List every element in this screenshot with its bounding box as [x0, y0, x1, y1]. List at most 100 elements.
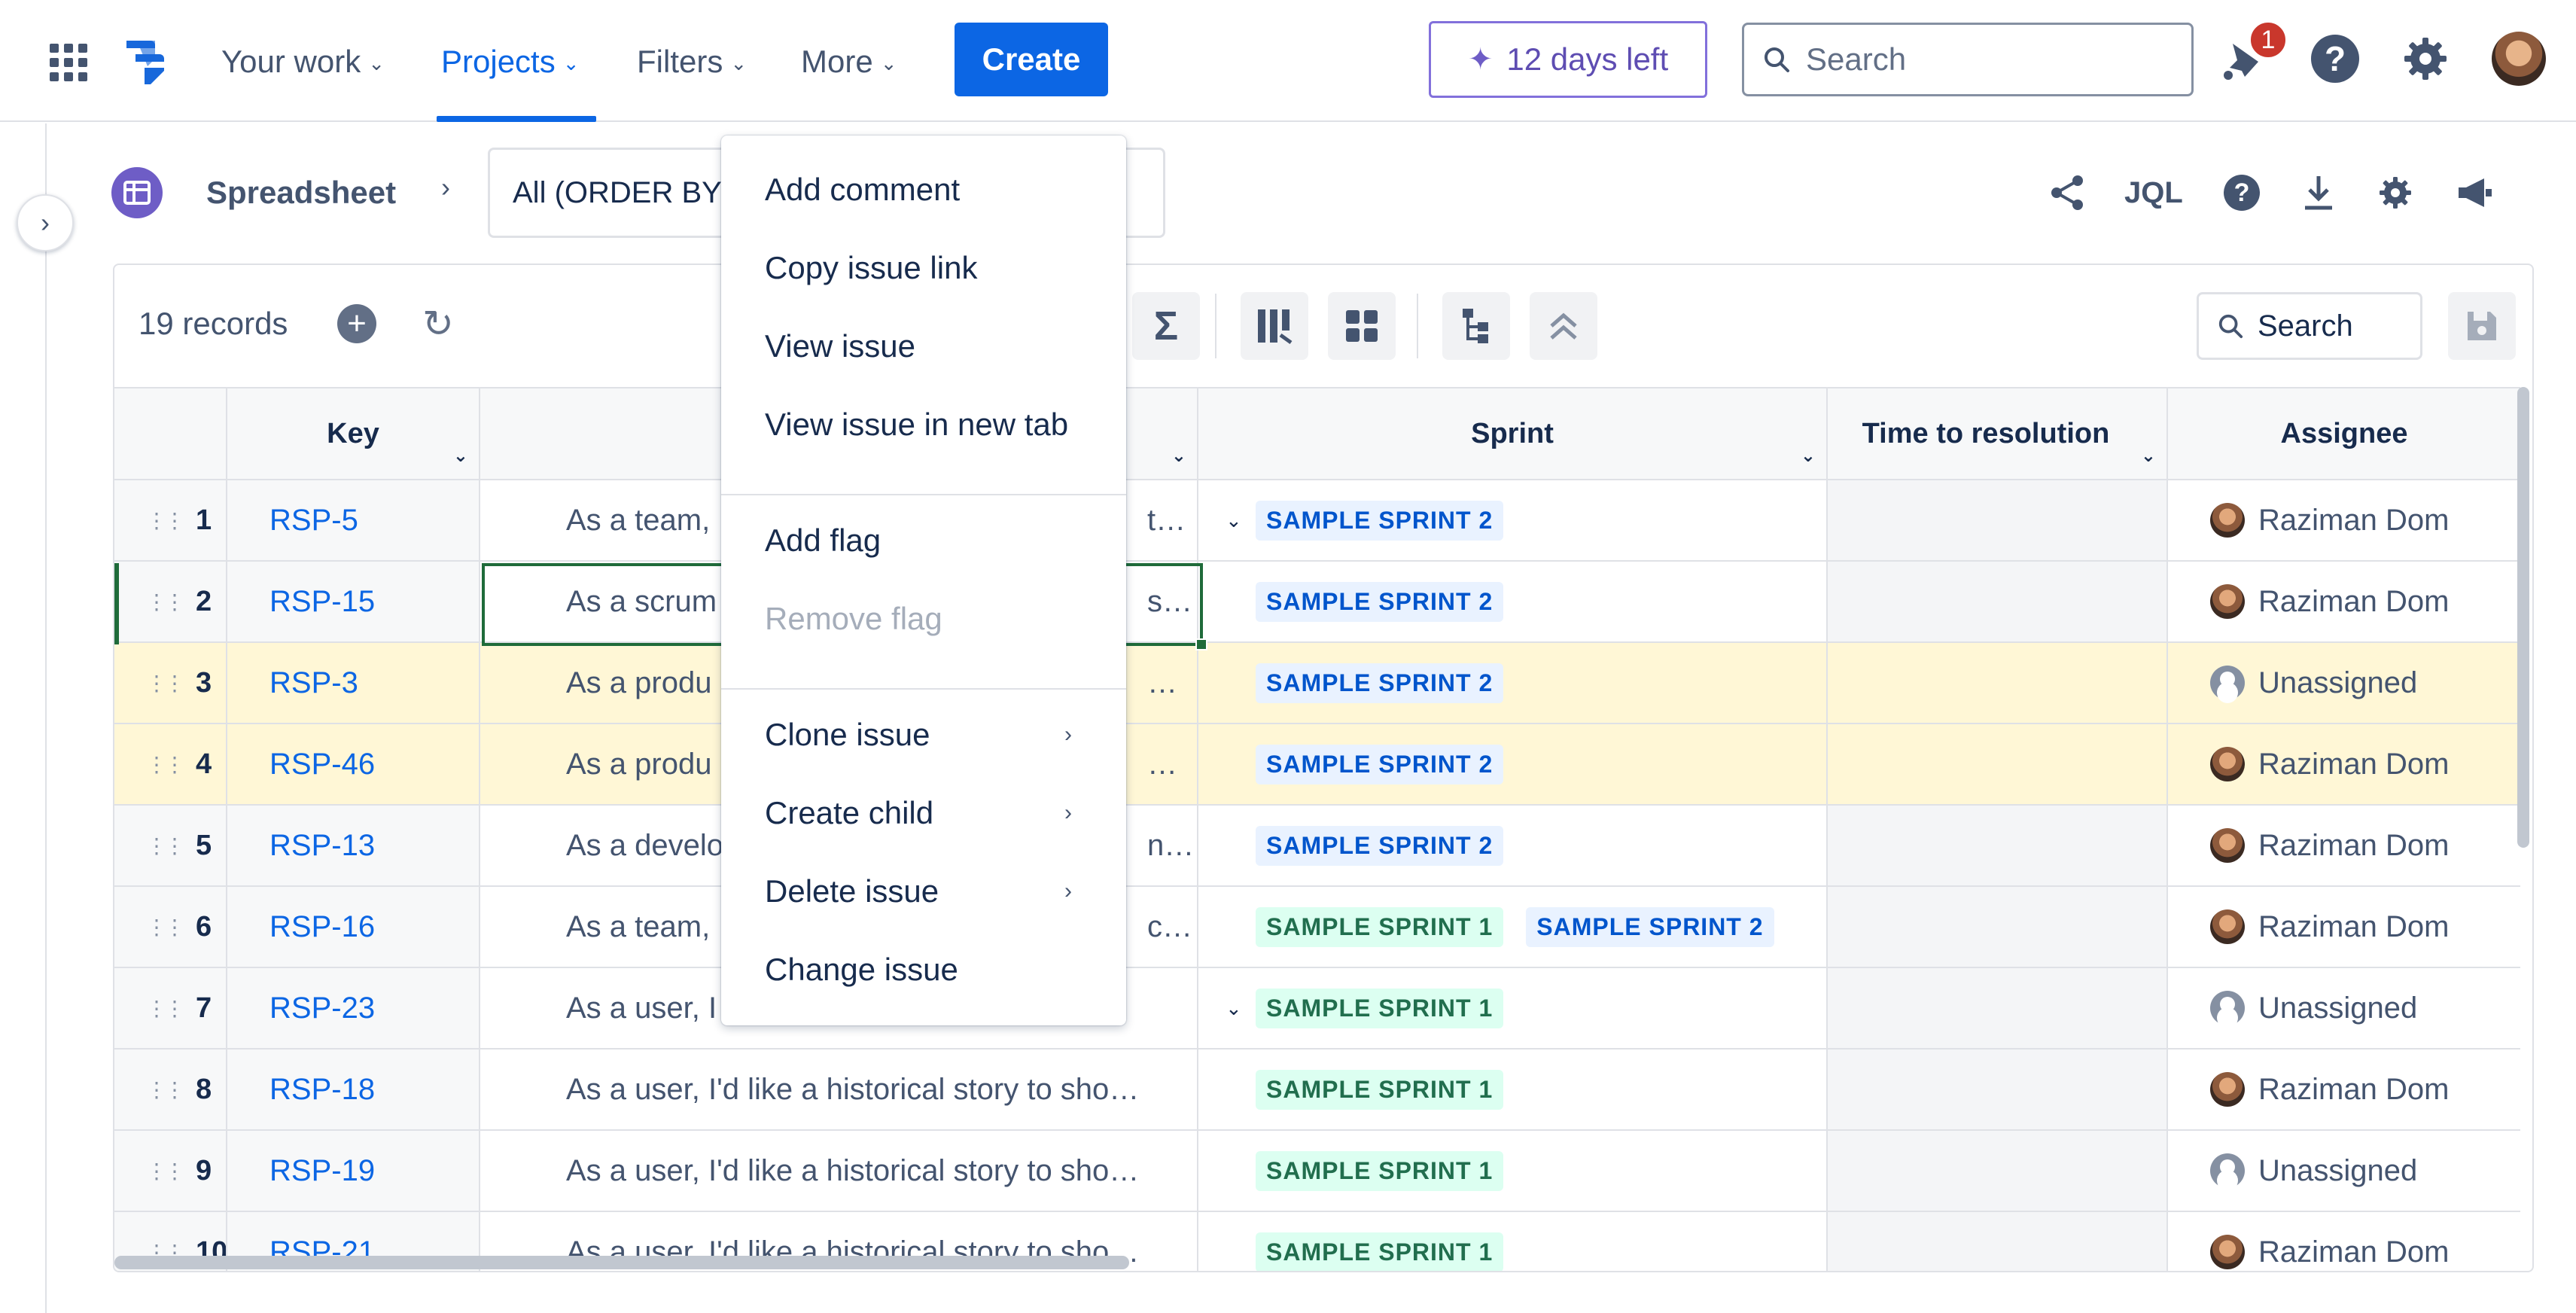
assignee-cell[interactable]: Raziman Dom: [2168, 887, 2520, 967]
issue-key-cell[interactable]: RSP-16: [227, 887, 480, 967]
menu-item-change-issue[interactable]: Change issue: [721, 931, 1126, 1009]
issue-key-cell[interactable]: RSP-18: [227, 1049, 480, 1129]
drag-handle-icon[interactable]: ⋮⋮: [146, 833, 185, 858]
save-view-icon[interactable]: [2448, 292, 2516, 360]
sprint-cell[interactable]: ⌄SAMPLE SPRINT 2: [1198, 480, 1828, 560]
nav-projects[interactable]: Projects ⌄: [441, 39, 580, 84]
menu-item-add-flag[interactable]: Add flag: [721, 501, 1126, 580]
time-to-resolution-cell[interactable]: [1828, 480, 2168, 560]
trial-days-left-button[interactable]: ✦ 12 days left: [1429, 21, 1707, 98]
column-header-assignee[interactable]: Assignee: [2168, 388, 2520, 479]
time-to-resolution-cell[interactable]: [1828, 1212, 2168, 1271]
help-icon[interactable]: ?: [2311, 35, 2359, 83]
sprint-cell[interactable]: ⌄SAMPLE SPRINT 2: [1198, 724, 1828, 804]
table-row[interactable]: ⋮⋮ 3 RSP-3 As a produ … ⌄SAMPLE SPRINT 2 Unass…: [114, 643, 2520, 724]
drag-handle-icon[interactable]: ⋮⋮: [146, 1159, 185, 1184]
sprint-tag[interactable]: SAMPLE SPRINT 2: [1526, 906, 1774, 947]
time-to-resolution-cell[interactable]: [1828, 806, 2168, 885]
sprint-tag[interactable]: SAMPLE SPRINT 1: [1256, 906, 1504, 947]
drag-handle-icon[interactable]: ⋮⋮: [146, 996, 185, 1021]
assignee-cell[interactable]: Raziman Dom: [2168, 480, 2520, 560]
app-switcher-icon[interactable]: [50, 44, 87, 81]
global-search-input[interactable]: Search: [1742, 23, 2194, 96]
grid-search-input[interactable]: Search: [2197, 292, 2422, 360]
sprint-cell[interactable]: ⌄SAMPLE SPRINT 2: [1198, 562, 1828, 641]
row-number-cell[interactable]: ⋮⋮ 8: [114, 1049, 227, 1129]
horizontal-scrollbar[interactable]: [114, 1256, 1129, 1269]
drag-handle-icon[interactable]: ⋮⋮: [146, 752, 185, 777]
collapse-all-icon[interactable]: [1530, 292, 1597, 360]
chevron-down-icon[interactable]: ⌄: [1171, 445, 1186, 467]
menu-item-delete-issue[interactable]: Delete issue ›: [721, 852, 1126, 931]
jql-button[interactable]: JQL: [2124, 170, 2183, 215]
issue-key-link[interactable]: RSP-15: [269, 585, 375, 619]
menu-item-view-issue-new-tab[interactable]: View issue in new tab: [721, 385, 1126, 464]
time-to-resolution-cell[interactable]: [1828, 887, 2168, 967]
sprint-tag[interactable]: SAMPLE SPRINT 2: [1256, 744, 1504, 784]
time-to-resolution-cell[interactable]: [1828, 968, 2168, 1048]
assignee-cell[interactable]: Unassigned: [2168, 1131, 2520, 1211]
chevron-down-icon[interactable]: ⌄: [1226, 997, 1256, 1020]
announcement-megaphone-icon[interactable]: [2456, 170, 2493, 215]
table-row[interactable]: ⋮⋮ 8 RSP-18 As a user, I'd like a historica…: [114, 1049, 2520, 1131]
column-header-sprint[interactable]: Sprint ⌄: [1198, 388, 1828, 479]
table-row[interactable]: ⋮⋮ 1 RSP-5 As a team, t… ⌄ SAMPLE SPRINT 2 Razi…: [114, 480, 2520, 562]
issue-key-cell[interactable]: RSP-19: [227, 1131, 480, 1211]
time-to-resolution-cell[interactable]: [1828, 724, 2168, 804]
table-row[interactable]: ⋮⋮6RSP-16As a team,c…⌄SAMPLE SPRINT 1SAM…: [114, 887, 2520, 968]
issue-key-cell[interactable]: RSP-15: [227, 562, 480, 641]
issue-key-link[interactable]: RSP-16: [269, 910, 375, 944]
table-row[interactable]: ⋮⋮ 9 RSP-19 As a user, I'd like a historica…: [114, 1131, 2520, 1212]
issue-key-cell[interactable]: RSP-46: [227, 724, 480, 804]
issue-key-link[interactable]: RSP-13: [269, 829, 375, 863]
drag-handle-icon[interactable]: ⋮⋮: [146, 508, 185, 533]
table-row[interactable]: ⋮⋮ 5 RSP-13 As a develo n…⌄SAMPLE SPRINT 2 Ra…: [114, 806, 2520, 887]
issue-key-cell[interactable]: RSP-5: [227, 480, 480, 560]
sprint-cell[interactable]: ⌄SAMPLE SPRINT 1: [1198, 1131, 1828, 1211]
assignee-cell[interactable]: Raziman Dom: [2168, 562, 2520, 641]
column-header-time-to-resolution[interactable]: Time to resolution ⌄: [1828, 388, 2168, 479]
time-to-resolution-cell[interactable]: [1828, 1049, 2168, 1129]
chevron-down-icon[interactable]: ⌄: [1801, 445, 1816, 467]
row-number-cell[interactable]: ⋮⋮ 3: [114, 643, 227, 723]
sprint-cell[interactable]: ⌄SAMPLE SPRINT 1SAMPLE SPRINT 2: [1198, 887, 1828, 967]
user-avatar[interactable]: [2492, 32, 2546, 86]
issue-key-link[interactable]: RSP-19: [269, 1154, 375, 1188]
issue-key-link[interactable]: RSP-23: [269, 992, 375, 1025]
time-to-resolution-cell[interactable]: [1828, 1131, 2168, 1211]
nav-your-work[interactable]: Your work ⌄: [221, 39, 385, 84]
assignee-cell[interactable]: Raziman Dom: [2168, 1212, 2520, 1271]
issue-key-cell[interactable]: RSP-13: [227, 806, 480, 885]
share-icon[interactable]: [2048, 170, 2087, 215]
menu-item-clone-issue[interactable]: Clone issue ›: [721, 696, 1126, 774]
nav-more[interactable]: More ⌄: [801, 39, 897, 84]
sprint-tag[interactable]: SAMPLE SPRINT 2: [1256, 825, 1504, 866]
menu-item-create-child[interactable]: Create child ›: [721, 774, 1126, 852]
row-number-cell[interactable]: ⋮⋮ 5: [114, 806, 227, 885]
issue-key-cell[interactable]: RSP-23: [227, 968, 480, 1048]
time-to-resolution-cell[interactable]: [1828, 562, 2168, 641]
issue-key-link[interactable]: RSP-5: [269, 504, 358, 538]
chevron-down-icon[interactable]: ⌄: [2141, 445, 2156, 467]
issue-key-link[interactable]: RSP-18: [269, 1073, 375, 1107]
settings-gear-icon[interactable]: [2401, 35, 2450, 83]
nav-filters[interactable]: Filters ⌄: [637, 39, 747, 84]
sprint-tag[interactable]: SAMPLE SPRINT 2: [1256, 500, 1504, 541]
issue-key-cell[interactable]: RSP-3: [227, 643, 480, 723]
assignee-cell[interactable]: Raziman Dom: [2168, 1049, 2520, 1129]
help-icon[interactable]: ?: [2224, 170, 2260, 215]
drag-handle-icon[interactable]: ⋮⋮: [146, 1077, 185, 1102]
drag-handle-icon[interactable]: ⋮⋮: [146, 589, 185, 614]
sprint-tag[interactable]: SAMPLE SPRINT 2: [1256, 663, 1504, 703]
hierarchy-icon[interactable]: [1442, 292, 1510, 360]
sprint-tag[interactable]: SAMPLE SPRINT 1: [1256, 1150, 1504, 1191]
table-row[interactable]: ⋮⋮ 2 RSP-15 As a scrum s…⌄SAMPLE SPRINT 2 Raz…: [114, 562, 2520, 643]
summary-cell[interactable]: As a user, I'd like a historical story t…: [480, 1131, 1198, 1211]
table-row[interactable]: ⋮⋮ 7 RSP-23 As a user, I ⌄ SAMPLE SPRINT 1 Una…: [114, 968, 2520, 1049]
jira-logo-icon[interactable]: [120, 38, 170, 86]
menu-item-view-issue[interactable]: View issue: [721, 307, 1126, 385]
assignee-cell[interactable]: Raziman Dom: [2168, 806, 2520, 885]
assignee-cell[interactable]: Raziman Dom: [2168, 724, 2520, 804]
expand-sidebar-button[interactable]: ›: [17, 194, 74, 251]
sprint-tag[interactable]: SAMPLE SPRINT 1: [1256, 1069, 1504, 1110]
